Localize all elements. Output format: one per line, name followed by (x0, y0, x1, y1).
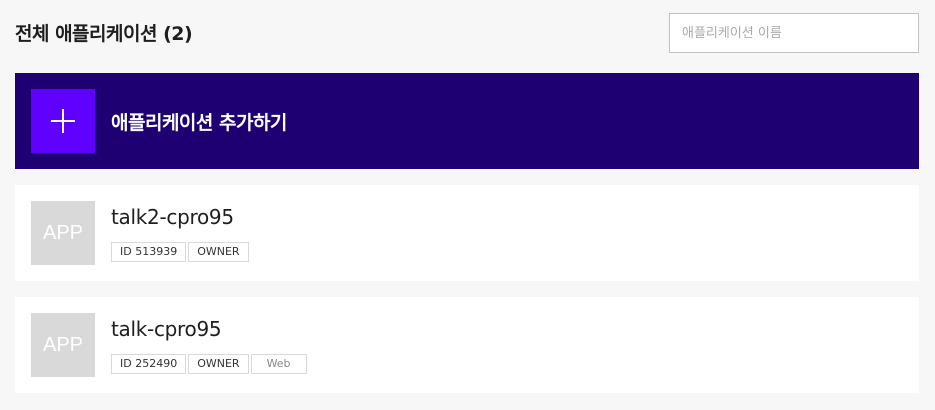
add-application-label: 애플리케이션 추가하기 (111, 112, 287, 134)
app-tags: ID 252490 OWNER Web (111, 354, 307, 374)
page-title: 전체 애플리케이션 (2) (15, 23, 193, 45)
page-header: 전체 애플리케이션 (2) (15, 0, 919, 64)
app-id-tag: ID 513939 (111, 242, 187, 262)
app-card[interactable]: APP talk-cpro95 ID 252490 OWNER Web (15, 297, 919, 393)
app-platform-tag: Web (250, 354, 307, 374)
app-id-tag: ID 252490 (111, 354, 187, 374)
app-tags: ID 513939 OWNER (111, 242, 249, 262)
app-thumbnail: APP (31, 201, 95, 265)
app-name: talk2-cpro95 (111, 205, 234, 229)
app-role-tag: OWNER (188, 242, 249, 262)
app-thumbnail: APP (31, 313, 95, 377)
add-application-button[interactable]: 애플리케이션 추가하기 (15, 73, 919, 169)
plus-icon (31, 89, 95, 153)
app-role-tag: OWNER (188, 354, 249, 374)
app-name: talk-cpro95 (111, 317, 222, 341)
app-card[interactable]: APP talk2-cpro95 ID 513939 OWNER (15, 185, 919, 281)
search-input[interactable] (669, 13, 919, 53)
